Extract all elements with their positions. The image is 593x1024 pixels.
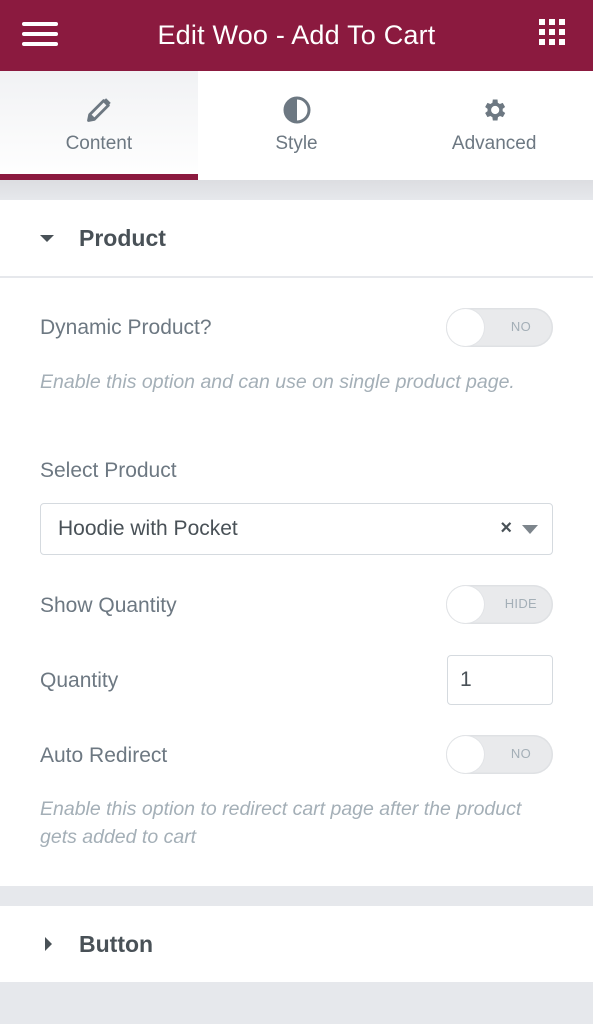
- divider: [0, 180, 593, 200]
- pencil-icon: [84, 95, 114, 125]
- product-section-body: Dynamic Product? NO Enable this option a…: [0, 278, 593, 886]
- section-title: Product: [79, 224, 166, 251]
- tab-style[interactable]: Style: [198, 71, 396, 180]
- dynamic-product-label: Dynamic Product?: [40, 316, 212, 339]
- tab-advanced[interactable]: Advanced: [395, 71, 593, 180]
- panel-header: Edit Woo - Add To Cart: [0, 0, 593, 71]
- show-quantity-label: Show Quantity: [40, 594, 177, 617]
- dynamic-product-description: Enable this option and can use on single…: [40, 371, 515, 393]
- clear-icon[interactable]: ×: [500, 517, 512, 540]
- tab-advanced-label: Advanced: [451, 133, 537, 154]
- quantity-input[interactable]: 1: [447, 655, 553, 705]
- select-product-dropdown[interactable]: Hoodie with Pocket ×: [40, 503, 553, 555]
- switch-text: NO: [510, 319, 531, 334]
- switch-text: HIDE: [504, 596, 537, 611]
- switch-knob: [447, 736, 484, 773]
- switch-knob: [447, 309, 484, 346]
- select-product-label: Select Product: [40, 459, 177, 482]
- tab-style-label: Style: [275, 133, 318, 154]
- section-button-toggle[interactable]: Button: [0, 906, 593, 982]
- gear-icon: [479, 95, 509, 125]
- caret-down-icon: [40, 234, 54, 242]
- tab-content-label: Content: [65, 133, 133, 154]
- auto-redirect-label: Auto Redirect: [40, 744, 168, 767]
- caret-right-icon: [45, 937, 52, 951]
- dynamic-product-switch[interactable]: NO: [446, 308, 553, 347]
- chevron-down-icon: [522, 525, 538, 534]
- quantity-label: Quantity: [40, 669, 119, 692]
- grid-icon[interactable]: [539, 19, 565, 45]
- selected-product: Hoodie with Pocket: [58, 517, 238, 540]
- show-quantity-switch[interactable]: HIDE: [446, 585, 553, 624]
- auto-redirect-description: Enable this option to redirect cart page…: [40, 798, 522, 848]
- half-circle-icon: [282, 95, 312, 125]
- hamburger-icon[interactable]: [22, 22, 58, 46]
- auto-redirect-switch[interactable]: NO: [446, 735, 553, 774]
- tab-content[interactable]: Content: [0, 71, 198, 180]
- switch-knob: [447, 586, 484, 623]
- section-title: Button: [79, 930, 154, 957]
- section-product-toggle[interactable]: Product: [0, 200, 593, 277]
- tab-bar: Content Style Advanced: [0, 71, 593, 180]
- panel-title: Edit Woo - Add To Cart: [157, 20, 436, 50]
- switch-text: NO: [510, 746, 531, 761]
